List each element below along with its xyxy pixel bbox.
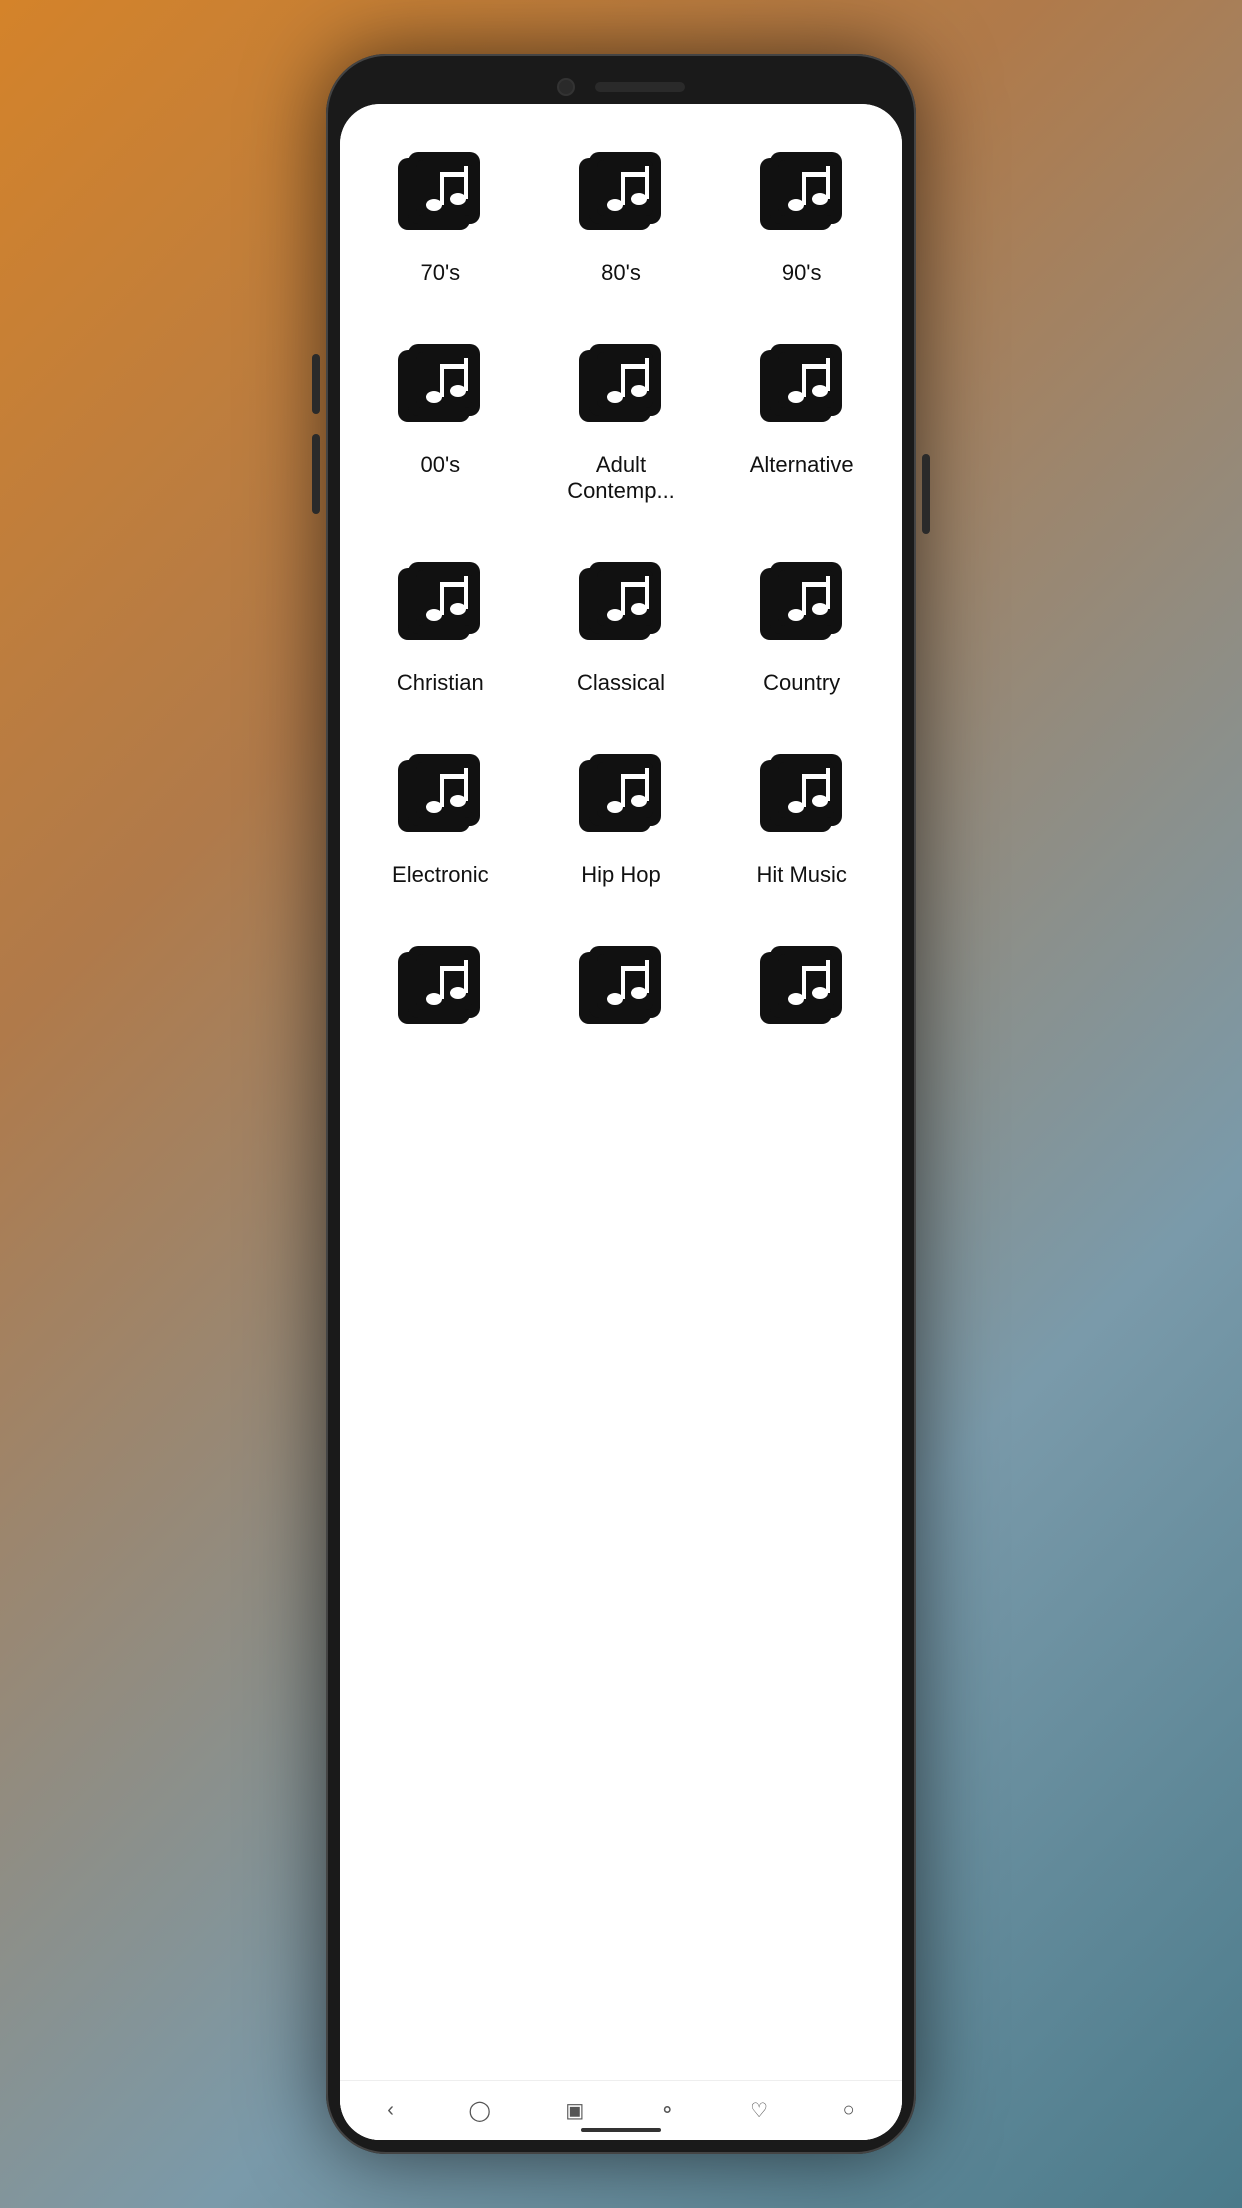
- music-icon-genre-15: [752, 938, 852, 1038]
- nav-heart-icon[interactable]: ♡: [750, 2098, 768, 2123]
- genre-label-hip-hop: Hip Hop: [581, 862, 660, 888]
- genre-label-00s: 00's: [420, 452, 460, 478]
- genre-label-90s: 90's: [782, 260, 822, 286]
- genre-item-alternative[interactable]: Alternative: [711, 316, 892, 534]
- front-camera: [557, 78, 575, 96]
- genre-label-electronic: Electronic: [392, 862, 489, 888]
- music-icon-genre-13: [390, 938, 490, 1038]
- nav-search-icon[interactable]: ⚬: [659, 2098, 676, 2123]
- music-icon-90s: [752, 144, 852, 244]
- music-icon-00s: [390, 336, 490, 436]
- genre-label-adult-contemp: Adult Contemp...: [541, 452, 702, 504]
- genre-item-genre-13[interactable]: [350, 918, 531, 1084]
- genre-label-country: Country: [763, 670, 840, 696]
- music-icon-electronic: [390, 746, 490, 846]
- phone-device: 70's 80's: [326, 54, 916, 2154]
- power-button: [922, 454, 930, 534]
- genre-label-classical: Classical: [577, 670, 665, 696]
- phone-speaker: [595, 82, 685, 92]
- music-icon-alternative: [752, 336, 852, 436]
- music-icon-christian: [390, 554, 490, 654]
- genre-item-genre-15[interactable]: [711, 918, 892, 1084]
- genre-item-electronic[interactable]: Electronic: [350, 726, 531, 918]
- phone-screen: 70's 80's: [340, 104, 902, 2140]
- nav-menu-icon[interactable]: ▣: [565, 2098, 584, 2123]
- genre-grid: 70's 80's: [350, 124, 892, 1084]
- genre-label-hit-music: Hit Music: [756, 862, 846, 888]
- genre-item-adult-contemp[interactable]: Adult Contemp...: [531, 316, 712, 534]
- phone-top-bar: [340, 68, 902, 104]
- screen-content[interactable]: 70's 80's: [340, 104, 902, 2140]
- genre-item-70s[interactable]: 70's: [350, 124, 531, 316]
- genre-item-hip-hop[interactable]: Hip Hop: [531, 726, 712, 918]
- music-icon-genre-14: [571, 938, 671, 1038]
- genre-item-genre-14[interactable]: [531, 918, 712, 1084]
- genre-label-70s: 70's: [420, 260, 460, 286]
- music-icon-70s: [390, 144, 490, 244]
- genre-item-00s[interactable]: 00's: [350, 316, 531, 534]
- genre-item-classical[interactable]: Classical: [531, 534, 712, 726]
- genre-label-christian: Christian: [397, 670, 484, 696]
- genre-item-country[interactable]: Country: [711, 534, 892, 726]
- genre-item-80s[interactable]: 80's: [531, 124, 712, 316]
- nav-profile-icon[interactable]: ○: [843, 2099, 855, 2122]
- music-icon-classical: [571, 554, 671, 654]
- music-icon-80s: [571, 144, 671, 244]
- music-icon-hit-music: [752, 746, 852, 846]
- genre-label-80s: 80's: [601, 260, 641, 286]
- nav-home-icon[interactable]: ◯: [468, 2098, 490, 2123]
- home-indicator: [581, 2128, 661, 2132]
- music-icon-adult-contemp: [571, 336, 671, 436]
- genre-label-alternative: Alternative: [750, 452, 854, 478]
- genre-item-hit-music[interactable]: Hit Music: [711, 726, 892, 918]
- volume-down-button: [312, 434, 320, 514]
- genre-item-90s[interactable]: 90's: [711, 124, 892, 316]
- genre-item-christian[interactable]: Christian: [350, 534, 531, 726]
- music-icon-hip-hop: [571, 746, 671, 846]
- volume-up-button: [312, 354, 320, 414]
- music-icon-country: [752, 554, 852, 654]
- nav-back-icon[interactable]: ‹: [387, 2099, 394, 2122]
